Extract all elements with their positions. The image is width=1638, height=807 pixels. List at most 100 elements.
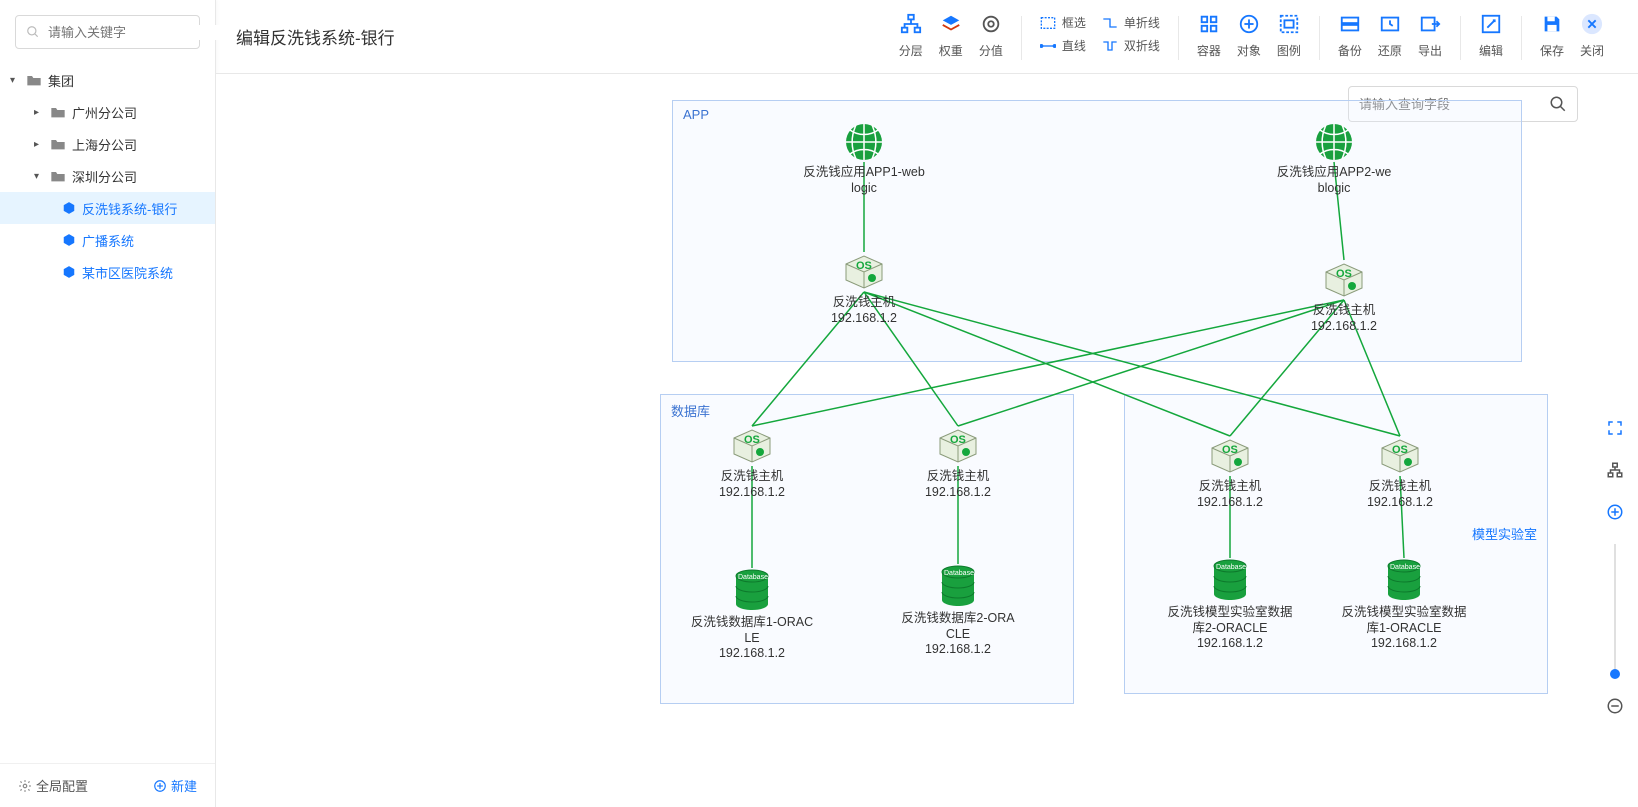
- node-app1[interactable]: 反洗钱应用APP1-weblogic: [779, 122, 949, 196]
- node-db1[interactable]: Database反洗钱数据库1-ORACLE192.168.1.2: [667, 568, 837, 662]
- close-button[interactable]: 关闭: [1572, 12, 1612, 59]
- line-icon: [1040, 39, 1056, 53]
- save-button[interactable]: 保存: [1532, 12, 1572, 59]
- os-icon: OS: [1322, 260, 1366, 303]
- zoom-thumb[interactable]: [1610, 669, 1620, 679]
- fit-button[interactable]: [1601, 456, 1629, 484]
- cube-icon: [62, 265, 76, 279]
- hierarchy-icon: [900, 13, 922, 35]
- object-button[interactable]: 对象: [1229, 12, 1269, 59]
- toolbar: 分层 权重 分值 框选 直线 单折线 双折线 容器 对象 图例: [881, 0, 1622, 73]
- globe-icon: [1314, 122, 1354, 165]
- value-button[interactable]: 分值: [971, 12, 1011, 59]
- weight-button[interactable]: 权重: [931, 12, 971, 59]
- sidebar-footer: 全局配置 新建: [0, 763, 215, 807]
- folder-icon: [26, 73, 42, 87]
- node-app2[interactable]: 反洗钱应用APP2-weblogic: [1249, 122, 1419, 196]
- zoom-in-button[interactable]: [1601, 498, 1629, 526]
- node-host1[interactable]: OS反洗钱主机192.168.1.2: [779, 252, 949, 326]
- main-area: 编辑反洗钱系统-银行 分层 权重 分值 框选 直线 单折线 双折线 容器: [216, 0, 1638, 807]
- tree-item-aml-bank[interactable]: 反洗钱系统-银行: [0, 192, 215, 224]
- backup-icon: [1339, 13, 1361, 35]
- folder-icon: [50, 137, 66, 151]
- toolbar-group-edit: 编辑: [1461, 12, 1521, 64]
- svg-text:OS: OS: [1336, 268, 1352, 280]
- svg-text:Database: Database: [944, 570, 974, 577]
- node-labhost1[interactable]: OS反洗钱主机192.168.1.2: [1145, 436, 1315, 510]
- svg-text:OS: OS: [1222, 444, 1238, 456]
- double-polyline-button[interactable]: 双折线: [1102, 37, 1160, 54]
- toolbar-group-save: 保存 关闭: [1522, 12, 1622, 64]
- svg-text:OS: OS: [856, 260, 872, 272]
- folder-icon: [50, 169, 66, 183]
- db-icon: Database: [732, 568, 772, 615]
- zoom-out-button[interactable]: [1601, 692, 1629, 720]
- box-select-button[interactable]: 框选: [1040, 14, 1086, 31]
- sidebar-tree: ▾ 集团 ▸ 广州分公司 ▸ 上海分公司 ▾ 深圳分公司 反洗钱系统-银行 广播…: [0, 64, 215, 763]
- chevron-right-icon: ▸: [34, 139, 46, 150]
- global-config-button[interactable]: 全局配置: [18, 776, 88, 795]
- restore-icon: [1379, 13, 1401, 35]
- restore-button[interactable]: 还原: [1370, 12, 1410, 59]
- fullscreen-button[interactable]: [1601, 414, 1629, 442]
- diagram-canvas[interactable]: APP 数据库 模型实验室 反洗钱应用APP1-weblogic反洗钱应用APP…: [216, 74, 1638, 807]
- plus-circle-icon: [153, 779, 167, 793]
- save-icon: [1541, 13, 1563, 35]
- backup-button[interactable]: 备份: [1330, 12, 1370, 59]
- gear-icon: [18, 779, 32, 793]
- legend-button[interactable]: 图例: [1269, 12, 1309, 59]
- node-labhost2[interactable]: OS反洗钱主机192.168.1.2: [1315, 436, 1485, 510]
- node-host2[interactable]: OS反洗钱主机192.168.1.2: [1259, 260, 1429, 334]
- edit-button[interactable]: 编辑: [1471, 12, 1511, 59]
- node-dbhost2[interactable]: OS反洗钱主机192.168.1.2: [873, 426, 1043, 500]
- plus-circle-icon: [1606, 503, 1624, 521]
- tree-branch-shanghai[interactable]: ▸ 上海分公司: [0, 128, 215, 160]
- tree-root-label: 集团: [48, 71, 215, 90]
- tree-root[interactable]: ▾ 集团: [0, 64, 215, 96]
- zoom-slider[interactable]: [1614, 544, 1616, 674]
- search-icon: [26, 25, 40, 39]
- tree-item-broadcast[interactable]: 广播系统: [0, 224, 215, 256]
- minus-circle-icon: [1606, 697, 1624, 715]
- db-icon: Database: [938, 564, 978, 611]
- fullscreen-icon: [1606, 419, 1624, 437]
- svg-text:Database: Database: [1390, 564, 1420, 571]
- legend-icon: [1278, 13, 1300, 35]
- create-new-button[interactable]: 新建: [153, 776, 197, 795]
- folder-icon: [50, 105, 66, 119]
- svg-text:Database: Database: [738, 574, 768, 581]
- toolbar-group-insert: 容器 对象 图例: [1179, 12, 1319, 64]
- toolbar-group-select: 框选 直线 单折线 双折线: [1022, 12, 1178, 64]
- chevron-right-icon: ▸: [34, 107, 46, 118]
- db-icon: Database: [1210, 558, 1250, 605]
- straight-line-button[interactable]: 直线: [1040, 37, 1086, 54]
- single-polyline-button[interactable]: 单折线: [1102, 14, 1160, 31]
- polyline-icon: [1102, 16, 1118, 30]
- sidebar-search[interactable]: [15, 15, 200, 49]
- layer-button[interactable]: 分层: [891, 12, 931, 59]
- svg-text:OS: OS: [744, 434, 760, 446]
- container-button[interactable]: 容器: [1189, 12, 1229, 59]
- svg-text:OS: OS: [1392, 444, 1408, 456]
- node-labdb2[interactable]: Database反洗钱模型实验室数据库1-ORACLE192.168.1.2: [1319, 558, 1489, 652]
- os-icon: OS: [730, 426, 774, 469]
- toolbar-group-history: 备份 还原 导出: [1320, 12, 1460, 64]
- tree-branch-shenzhen[interactable]: ▾ 深圳分公司: [0, 160, 215, 192]
- export-button[interactable]: 导出: [1410, 12, 1450, 59]
- container-icon: [1198, 13, 1220, 35]
- cube-icon: [62, 233, 76, 247]
- plus-circle-icon: [1238, 13, 1260, 35]
- svg-text:OS: OS: [950, 434, 966, 446]
- tree-branch-guangzhou[interactable]: ▸ 广州分公司: [0, 96, 215, 128]
- db-icon: Database: [1384, 558, 1424, 605]
- page-title: 编辑反洗钱系统-银行: [236, 24, 881, 49]
- node-db2[interactable]: Database反洗钱数据库2-ORACLE192.168.1.2: [873, 564, 1043, 658]
- export-icon: [1419, 13, 1441, 35]
- double-polyline-icon: [1102, 39, 1118, 53]
- tree-item-hospital[interactable]: 某市区医院系统: [0, 256, 215, 288]
- svg-text:Database: Database: [1216, 564, 1246, 571]
- chevron-down-icon: ▾: [34, 171, 46, 182]
- node-labdb1[interactable]: Database反洗钱模型实验室数据库2-ORACLE192.168.1.2: [1145, 558, 1315, 652]
- node-dbhost1[interactable]: OS反洗钱主机192.168.1.2: [667, 426, 837, 500]
- sidebar-search-input[interactable]: [48, 25, 224, 40]
